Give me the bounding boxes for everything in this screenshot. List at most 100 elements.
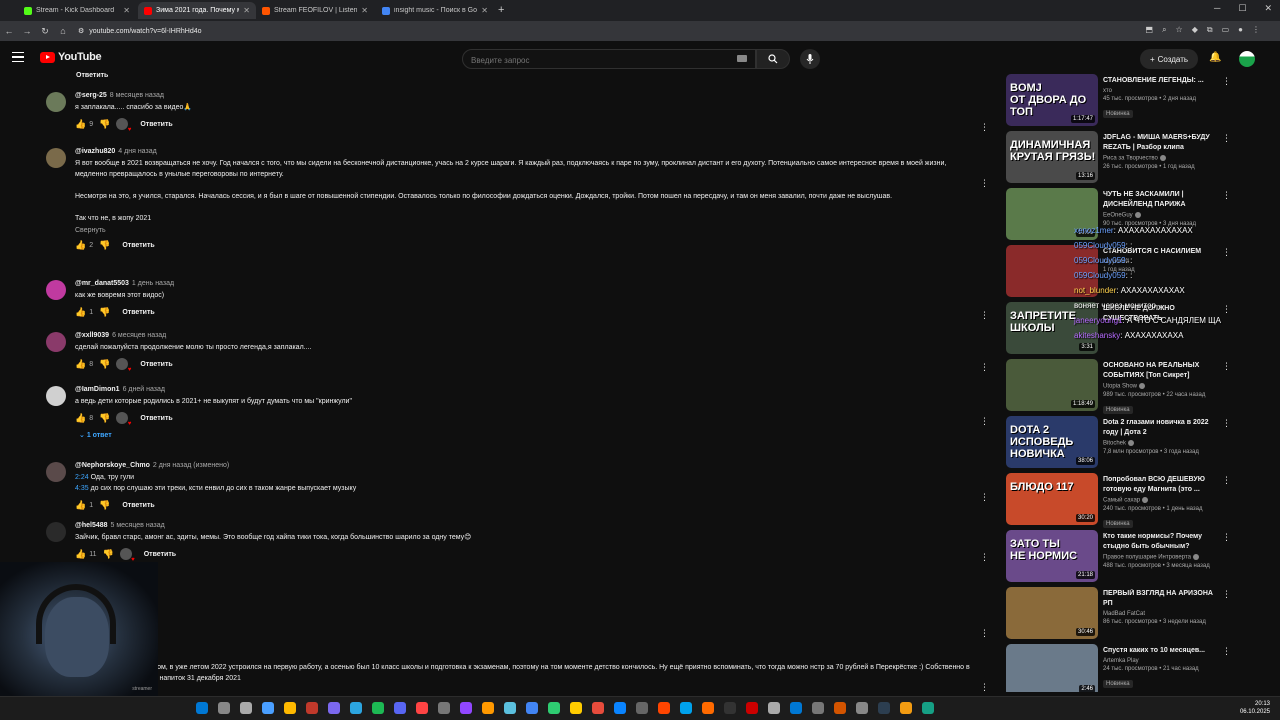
dislike-icon[interactable]: 👎: [99, 307, 110, 318]
commenter-avatar[interactable]: [46, 280, 66, 300]
comment-menu-icon[interactable]: ⋮: [980, 416, 989, 427]
close-tab-icon[interactable]: ✕: [243, 6, 250, 15]
taskbar-app-icon[interactable]: [746, 702, 758, 714]
profile-icon[interactable]: ●: [1238, 25, 1243, 35]
taskbar-app-icon[interactable]: [724, 702, 736, 714]
account-avatar[interactable]: [1239, 51, 1255, 67]
taskbar-app-icon[interactable]: [790, 702, 802, 714]
commenter-avatar[interactable]: [46, 148, 66, 168]
recommended-video[interactable]: DOTA 2 ИСПОВЕДЬ НОВИЧКА 38:06 Dota 2 гла…: [1006, 416, 1232, 468]
site-info-icon[interactable]: ⚙: [78, 27, 84, 35]
timestamp-link[interactable]: 2:24: [75, 474, 89, 481]
taskbar-app-icon[interactable]: [812, 702, 824, 714]
like-icon[interactable]: 👍: [75, 359, 86, 370]
dislike-icon[interactable]: 👎: [99, 413, 110, 424]
sidebar-icon[interactable]: ▭: [1222, 25, 1230, 35]
comment-date[interactable]: 4 дня назад: [118, 148, 156, 155]
comment-author[interactable]: @xxll9039: [75, 332, 109, 339]
comment-author[interactable]: @Nephorskoye_Chmo: [75, 462, 150, 469]
comment-menu-icon[interactable]: ⋮: [980, 682, 989, 692]
close-tab-icon[interactable]: ✕: [361, 6, 368, 15]
commenter-avatar[interactable]: [46, 522, 66, 542]
hamburger-menu-icon[interactable]: [12, 52, 24, 62]
like-icon[interactable]: 👍: [75, 500, 86, 511]
taskbar-app-icon[interactable]: [372, 702, 384, 714]
taskbar-app-icon[interactable]: [416, 702, 428, 714]
notifications-bell-icon[interactable]: 🔔: [1209, 52, 1221, 63]
taskbar-app-icon[interactable]: [196, 702, 208, 714]
comment-author[interactable]: @hel5488: [75, 522, 108, 529]
tab-soundcloud[interactable]: Stream FEOFILOV | Listen to m... ✕: [256, 2, 374, 19]
recommended-video[interactable]: 2:46 Спустя каких то 10 месяцев... Artem…: [1006, 644, 1232, 692]
commenter-avatar[interactable]: [46, 92, 66, 112]
video-thumbnail[interactable]: 1:18:49: [1006, 359, 1098, 411]
url-field[interactable]: ⚙ youtube.com/watch?v=6l-IHRhHd4o: [78, 27, 202, 36]
commenter-avatar[interactable]: [46, 386, 66, 406]
comment-date[interactable]: 6 дней назад: [123, 386, 165, 393]
dislike-icon[interactable]: 👎: [103, 549, 114, 560]
close-tab-icon[interactable]: ✕: [481, 6, 488, 15]
recommended-video[interactable]: 1:18:49 ОСНОВАНО НА РЕАЛЬНЫХ СОБЫТИЯХ [Т…: [1006, 359, 1232, 414]
reply-button[interactable]: Ответить: [140, 121, 172, 128]
reload-icon[interactable]: ↻: [36, 26, 54, 37]
recommended-video[interactable]: ЗАТО ТЫ НЕ НОРМИС 21:18 Кто такие нормис…: [1006, 530, 1232, 582]
extension-icon[interactable]: ◆: [1192, 25, 1198, 35]
dislike-icon[interactable]: 👎: [99, 500, 110, 511]
video-menu-icon[interactable]: ⋮: [1222, 646, 1231, 657]
dislike-icon[interactable]: 👎: [99, 359, 110, 370]
comment-menu-icon[interactable]: ⋮: [980, 628, 989, 639]
search-input[interactable]: [463, 51, 723, 70]
video-channel[interactable]: Bitochek: [1103, 440, 1221, 447]
maximize-icon[interactable]: ☐: [1238, 3, 1246, 14]
back-icon[interactable]: ←: [0, 26, 18, 36]
tab-google-search[interactable]: insight music - Поиск в Google ✕: [376, 2, 494, 19]
system-clock[interactable]: 20:13 06.10.2025: [1240, 700, 1270, 716]
video-thumbnail[interactable]: БЛЮДО 117 30:20: [1006, 473, 1098, 525]
video-thumbnail[interactable]: ЗАТО ТЫ НЕ НОРМИС 21:18: [1006, 530, 1098, 582]
taskbar-app-icon[interactable]: [658, 702, 670, 714]
video-channel[interactable]: EeOneGuy: [1103, 212, 1221, 219]
keyboard-icon[interactable]: [737, 55, 747, 62]
video-title[interactable]: Кто такие нормисы? Почему стыдно быть об…: [1103, 532, 1221, 552]
recommended-video[interactable]: БЛЮДО 117 30:20 Попробовал ВСЮ ДЕШЕВУЮ г…: [1006, 473, 1232, 528]
forward-icon[interactable]: →: [18, 26, 36, 36]
taskbar-app-icon[interactable]: [680, 702, 692, 714]
video-thumbnail[interactable]: BOMJ ОТ ДВОРА ДО ТОП 1:17:47: [1006, 74, 1098, 126]
video-menu-icon[interactable]: ⋮: [1222, 190, 1231, 201]
taskbar-app-icon[interactable]: [526, 702, 538, 714]
taskbar-app-icon[interactable]: [878, 702, 890, 714]
comment-date[interactable]: 1 день назад: [132, 280, 174, 287]
install-icon[interactable]: ⬒: [1146, 25, 1154, 35]
timestamp-link[interactable]: 4:35: [75, 485, 89, 492]
reply-button[interactable]: Ответить: [76, 72, 108, 79]
like-icon[interactable]: 👍: [75, 307, 86, 318]
new-tab-button[interactable]: +: [498, 4, 504, 16]
dislike-icon[interactable]: 👎: [99, 119, 110, 130]
video-thumbnail[interactable]: ДИНАМИЧНАЯ КРУТАЯ ГРЯЗЬ! 13:16: [1006, 131, 1098, 183]
show-replies-button[interactable]: ⌄ 1 ответ: [79, 431, 975, 439]
tab-kick-dashboard[interactable]: Stream - Kick Dashboard ✕: [18, 2, 136, 19]
video-menu-icon[interactable]: ⋮: [1222, 361, 1231, 372]
comment-author[interactable]: @ivazhu820: [75, 148, 115, 155]
taskbar-app-icon[interactable]: [570, 702, 582, 714]
video-channel[interactable]: хто: [1103, 88, 1221, 94]
comment-menu-icon[interactable]: ⋮: [980, 122, 989, 133]
youtube-logo[interactable]: YouTube: [40, 51, 102, 63]
taskbar-app-icon[interactable]: [284, 702, 296, 714]
taskbar-app-icon[interactable]: [856, 702, 868, 714]
comment-author[interactable]: @mr_danat5503: [75, 280, 129, 287]
taskbar-app-icon[interactable]: [900, 702, 912, 714]
comment-menu-icon[interactable]: ⋮: [980, 178, 989, 189]
taskbar-app-icon[interactable]: [218, 702, 230, 714]
taskbar-app-icon[interactable]: [834, 702, 846, 714]
create-button[interactable]: + Создать: [1140, 49, 1198, 69]
comment-date[interactable]: 8 месяцев назад: [110, 92, 164, 99]
video-channel[interactable]: Самый сахар: [1103, 497, 1221, 504]
like-icon[interactable]: 👍: [75, 240, 86, 251]
comment-menu-icon[interactable]: ⋮: [980, 552, 989, 563]
like-icon[interactable]: 👍: [75, 119, 86, 130]
taskbar-app-icon[interactable]: [614, 702, 626, 714]
taskbar-app-icon[interactable]: [394, 702, 406, 714]
video-menu-icon[interactable]: ⋮: [1222, 133, 1231, 144]
video-title[interactable]: JDFLAG - МИША MAERS+БУДУ REZATЬ | Разбор…: [1103, 133, 1221, 153]
